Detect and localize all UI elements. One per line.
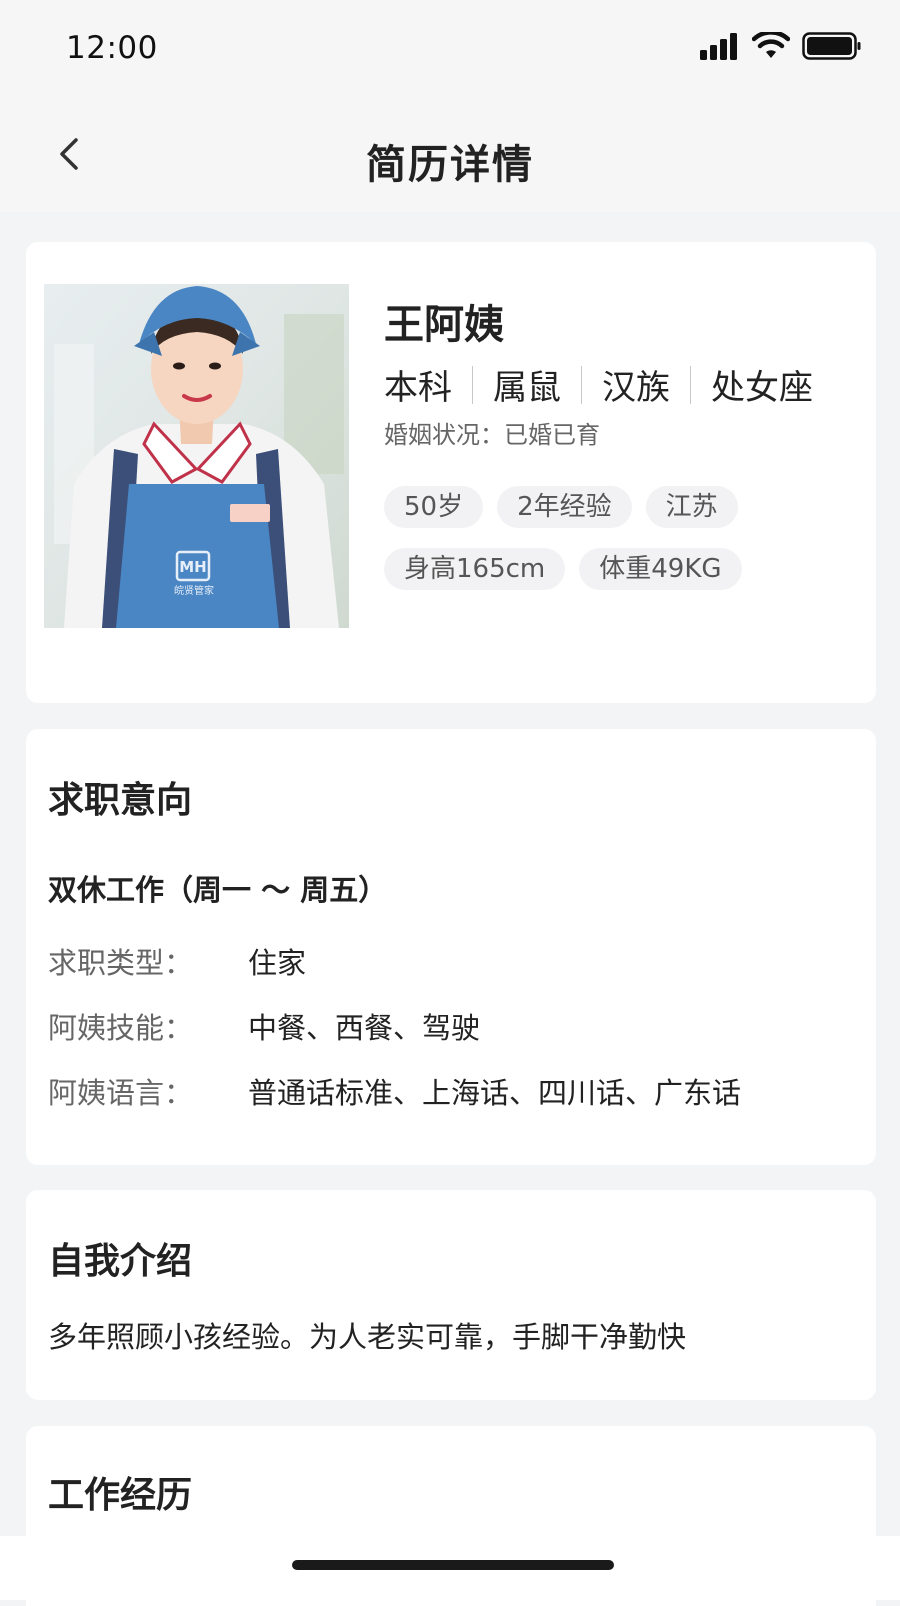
home-indicator[interactable]: [292, 1560, 614, 1570]
apron-brand-text: 皖贤管家: [174, 584, 214, 597]
candidate-name: 王阿姨: [384, 302, 504, 348]
chip-age: 50岁: [384, 486, 484, 528]
job-type-value: 住家: [248, 946, 307, 980]
languages-label: 阿姨语言：: [48, 1076, 194, 1110]
signal-icon: [700, 33, 737, 60]
marital-status-label: 婚姻状况：: [384, 421, 504, 449]
tag-divider: [581, 365, 582, 404]
tag-star-sign: 处女座: [711, 368, 813, 408]
job-intent-card: 求职意向 双休工作（周一 ～ 周五） 求职类型： 住家 阿姨技能： 中餐、西餐、…: [26, 729, 876, 1165]
nav-bar: 简历详情: [0, 96, 900, 212]
skills-value: 中餐、西餐、驾驶: [248, 1011, 481, 1045]
tag-divider: [690, 365, 691, 404]
job-type-label: 求职类型：: [48, 946, 194, 980]
chip-weight: 体重49KG: [579, 548, 742, 590]
page-title: 简历详情: [366, 142, 534, 188]
work-schedule: 双休工作（周一 ～ 周五）: [48, 873, 388, 907]
job-type-row: 求职类型： 住家: [48, 940, 306, 982]
apron-logo-text: MH: [179, 558, 206, 576]
languages-value: 普通话标准、上海话、四川话、广东话: [248, 1076, 742, 1110]
chip-height: 身高165cm: [384, 548, 566, 590]
marital-status-value: 已婚已育: [504, 421, 600, 449]
self-intro-card: 自我介绍 多年照顾小孩经验。为人老实可靠，手脚干净勤快: [26, 1190, 876, 1400]
tag-zodiac-animal: 属鼠: [493, 368, 561, 408]
tag-education: 本科: [384, 368, 452, 408]
chip-experience: 2年经验: [497, 486, 632, 528]
status-bar: 12:00: [0, 0, 900, 96]
languages-row: 阿姨语言： 普通话标准、上海话、四川话、广东话: [48, 1070, 741, 1112]
wifi-icon: [752, 32, 790, 58]
profile-chips: 50岁 2年经验 江苏 身高165cm 体重49KG: [384, 486, 844, 590]
home-indicator-area: [0, 1536, 900, 1600]
tag-ethnicity: 汉族: [602, 368, 670, 408]
status-icons: [700, 32, 862, 60]
self-intro-text: 多年照顾小孩经验。为人老实可靠，手脚干净勤快: [48, 1320, 687, 1354]
status-time: 12:00: [66, 30, 158, 66]
skills-row: 阿姨技能： 中餐、西餐、驾驶: [48, 1005, 480, 1047]
section-title-self-intro: 自我介绍: [48, 1241, 193, 1282]
battery-icon: [802, 32, 861, 60]
profile-tags: 本科 属鼠 汉族 处女座: [384, 360, 813, 409]
profile-photo: MH 皖贤管家: [44, 284, 349, 628]
section-title-work-experience: 工作经历: [48, 1475, 193, 1516]
section-title-job-intent: 求职意向: [48, 780, 193, 821]
profile-card: MH 皖贤管家 王阿姨 本科 属鼠 汉族 处女座 婚姻状况：已婚已育 50岁 2…: [26, 242, 876, 703]
marital-status: 婚姻状况：已婚已育: [384, 415, 600, 450]
tag-divider: [472, 365, 473, 404]
skills-label: 阿姨技能：: [48, 1011, 194, 1045]
chip-hometown: 江苏: [645, 486, 738, 528]
